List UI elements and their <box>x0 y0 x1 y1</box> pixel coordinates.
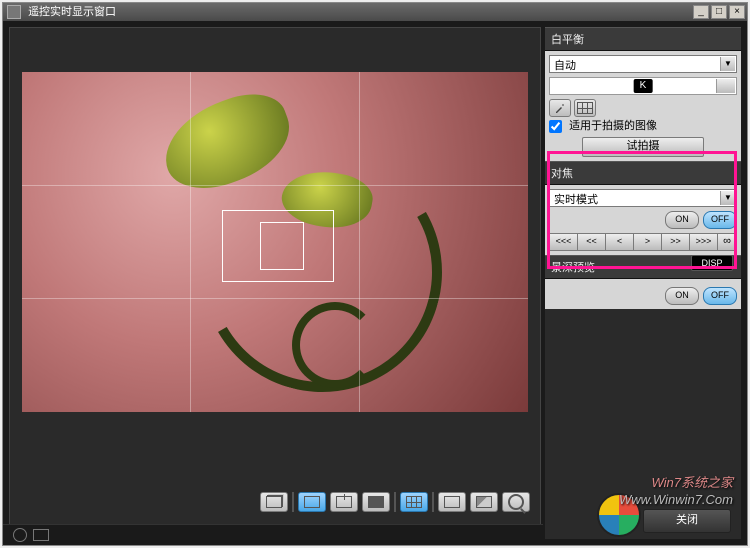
grid-line <box>22 298 528 299</box>
preview-toolbar <box>10 488 540 516</box>
zoom-button[interactable] <box>502 492 530 512</box>
dof-body: ON OFF <box>545 279 741 309</box>
wb-apply-checkbox[interactable] <box>549 120 562 133</box>
dof-onoff: ON OFF <box>549 287 737 305</box>
focus-mode-value: 实时模式 <box>554 194 598 206</box>
maximize-button[interactable]: □ <box>711 5 727 19</box>
wb-step-button[interactable] <box>716 79 735 93</box>
compare-view-button[interactable] <box>438 492 466 512</box>
test-shoot-button[interactable]: 试拍摄 <box>582 137 704 157</box>
watermark-text-1: Win7系统之家 <box>651 472 733 491</box>
focus-stepper: <<< << < > >> >>> ∞ <box>549 233 737 251</box>
histogram-button[interactable] <box>470 492 498 512</box>
frame-mode-1-button[interactable] <box>298 492 326 512</box>
settings-panel: 白平衡 自动 ▼ K 适用于拍摄的图像 试拍摄 <box>545 27 741 539</box>
window-mode-button[interactable] <box>260 492 288 512</box>
live-view-image[interactable] <box>22 72 528 412</box>
toolbar-separator <box>292 492 294 512</box>
focus-step-near1[interactable]: < <box>606 233 634 251</box>
wb-body: 自动 ▼ K 适用于拍摄的图像 试拍摄 <box>545 51 741 161</box>
title-bar: 遥控实时显示窗口 _ □ × <box>3 3 747 21</box>
wb-kelvin-slider[interactable]: K <box>549 77 737 95</box>
focus-onoff: ON OFF <box>549 211 737 229</box>
display-status-icon <box>33 529 49 541</box>
focus-step-far3[interactable]: >>> <box>690 233 718 251</box>
frame-mode-3-button[interactable] <box>362 492 390 512</box>
chevron-down-icon: ▼ <box>720 191 735 205</box>
toolbar-separator <box>432 492 434 512</box>
focus-off-button[interactable]: OFF <box>703 211 737 229</box>
grid-line <box>22 185 528 186</box>
toolbar-separator <box>394 492 396 512</box>
status-bar <box>3 524 543 545</box>
grid-line <box>190 72 191 412</box>
focus-step-near2[interactable]: << <box>578 233 606 251</box>
chevron-down-icon: ▼ <box>720 57 735 71</box>
minimize-button[interactable]: _ <box>693 5 709 19</box>
wb-apply-label: 适用于拍摄的图像 <box>569 120 657 132</box>
window-title: 遥控实时显示窗口 <box>28 3 116 21</box>
focus-frame-inner[interactable] <box>260 222 304 270</box>
photo-decoration <box>292 302 378 388</box>
focus-header: 对焦 <box>545 161 741 185</box>
grid-line <box>359 72 360 412</box>
frame-mode-2-button[interactable] <box>330 492 358 512</box>
kelvin-badge: K <box>634 79 653 93</box>
dof-off-button[interactable]: OFF <box>703 287 737 305</box>
window-controls: _ □ × <box>693 5 745 19</box>
app-window: 遥控实时显示窗口 _ □ × <box>2 2 748 546</box>
app-body: 白平衡 自动 ▼ K 适用于拍摄的图像 试拍摄 <box>3 21 747 545</box>
focus-body: 实时模式 ▼ ON OFF <<< << < > >> >>> ∞ <box>545 185 741 255</box>
wb-header: 白平衡 <box>545 27 741 51</box>
wb-tool-row <box>549 99 737 117</box>
disp-badge[interactable]: DISP <box>691 255 733 271</box>
focus-section: 对焦 实时模式 ▼ ON OFF <<< << < > <box>545 161 741 255</box>
dof-on-button[interactable]: ON <box>665 287 699 305</box>
focus-step-far1[interactable]: > <box>634 233 662 251</box>
wb-apply-checkbox-row[interactable]: 适用于拍摄的图像 <box>549 120 657 132</box>
grid-overlay-button[interactable] <box>400 492 428 512</box>
record-status-icon <box>13 528 27 542</box>
focus-mode-select[interactable]: 实时模式 ▼ <box>549 189 737 207</box>
watermark-text-2: Www.Winwin7.Com <box>619 492 733 507</box>
wb-eyedropper-button[interactable] <box>549 99 571 117</box>
focus-infinity-button[interactable]: ∞ <box>718 233 737 251</box>
app-icon <box>7 5 21 19</box>
focus-step-near3[interactable]: <<< <box>549 233 578 251</box>
wb-mode-select[interactable]: 自动 ▼ <box>549 55 737 73</box>
wb-shift-button[interactable] <box>574 99 596 117</box>
focus-step-far2[interactable]: >> <box>662 233 690 251</box>
wb-mode-value: 自动 <box>554 60 576 72</box>
close-panel-button[interactable]: 关闭 <box>643 509 731 533</box>
live-view-panel <box>9 27 541 525</box>
focus-on-button[interactable]: ON <box>665 211 699 229</box>
close-window-button[interactable]: × <box>729 5 745 19</box>
